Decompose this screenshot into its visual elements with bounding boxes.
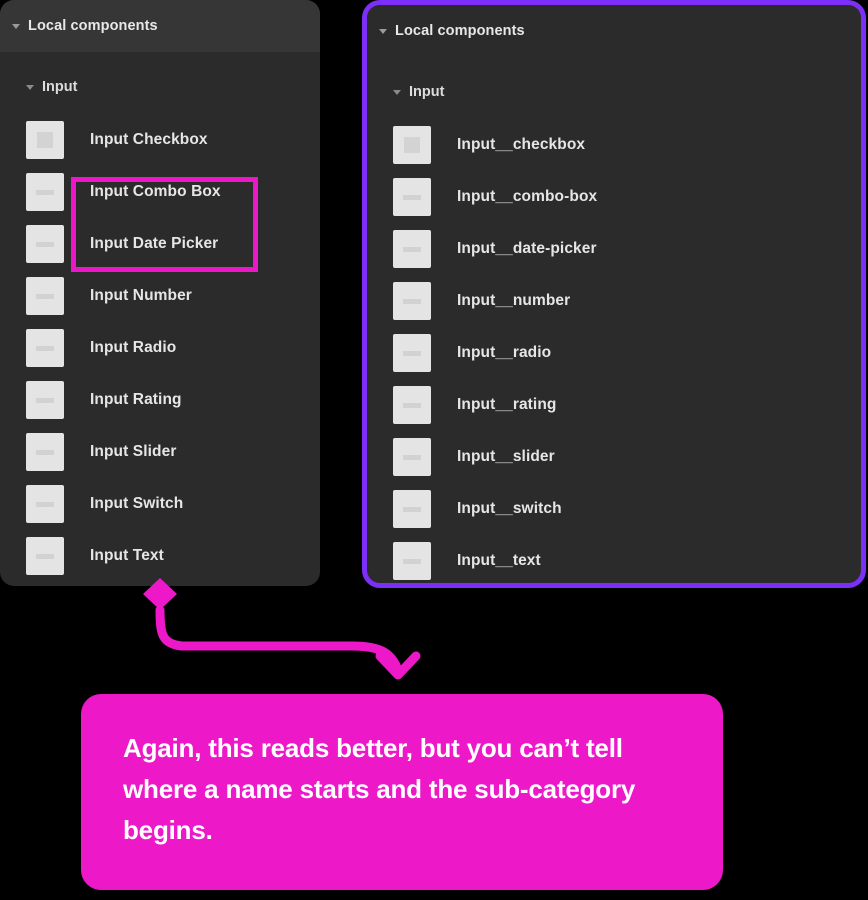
component-list-item[interactable]: Input__checkbox — [367, 119, 861, 171]
component-list-item[interactable]: Input Radio — [0, 322, 320, 374]
component-list-item-label: Input Number — [90, 287, 192, 304]
chevron-down-icon[interactable] — [12, 23, 20, 29]
dash-glyph-icon — [36, 189, 54, 195]
local-components-panel-left: Local components Input Input Checkbox Inp… — [0, 0, 320, 586]
component-list-item[interactable]: Input Number — [0, 270, 320, 322]
component-checkbox-icon — [26, 121, 64, 159]
component-icon — [393, 490, 431, 528]
dash-glyph-icon — [403, 298, 421, 304]
component-list-item[interactable]: Input Rating — [0, 374, 320, 426]
dash-glyph-icon — [36, 241, 54, 247]
component-list-left: Input Checkbox Input Combo Box Input Date … — [0, 114, 320, 582]
panel-header-right[interactable]: Local components — [367, 5, 861, 57]
component-list-item[interactable]: Input Text — [0, 530, 320, 582]
component-icon — [26, 485, 64, 523]
component-list-right: Input__checkbox Input__combo-box Input__da… — [367, 119, 861, 583]
callout-box: Again, this reads better, but you can’t … — [81, 694, 723, 890]
component-icon — [393, 230, 431, 268]
dash-glyph-icon — [36, 553, 54, 559]
panel-title-right: Local components — [395, 23, 525, 39]
component-list-item[interactable]: Input__date-picker — [367, 223, 861, 275]
chevron-down-icon[interactable] — [26, 84, 34, 90]
component-list-item[interactable]: Input Combo Box — [0, 166, 320, 218]
component-list-item-label: Input Rating — [90, 391, 182, 408]
component-list-item[interactable]: Input Switch — [0, 478, 320, 530]
component-list-item-label: Input Switch — [90, 495, 184, 512]
component-icon — [393, 282, 431, 320]
component-list-item[interactable]: Input__slider — [367, 431, 861, 483]
group-row-input-right[interactable]: Input — [367, 75, 861, 109]
component-list-item-label: Input__checkbox — [457, 136, 586, 153]
connector-arrowhead-icon — [375, 651, 421, 680]
component-list-item[interactable]: Input__combo-box — [367, 171, 861, 223]
dash-glyph-icon — [403, 194, 421, 200]
dash-glyph-icon — [36, 501, 54, 507]
component-icon — [26, 277, 64, 315]
component-icon — [393, 386, 431, 424]
component-list-item-label: Input Text — [90, 547, 164, 564]
chevron-down-icon[interactable] — [379, 28, 387, 34]
component-list-item-label: Input Radio — [90, 339, 177, 356]
component-list-item-label: Input Combo Box — [90, 183, 221, 200]
dash-glyph-icon — [403, 402, 421, 408]
dash-glyph-icon — [403, 454, 421, 460]
dash-glyph-icon — [403, 558, 421, 564]
component-icon — [393, 334, 431, 372]
component-icon — [26, 329, 64, 367]
component-list-item[interactable]: Input Date Picker — [0, 218, 320, 270]
local-components-panel-right: Local components Input Input__checkbox In… — [362, 0, 866, 588]
component-list-item[interactable]: Input__rating — [367, 379, 861, 431]
component-checkbox-icon — [393, 126, 431, 164]
dash-glyph-icon — [36, 397, 54, 403]
component-list-item-label: Input__rating — [457, 396, 557, 413]
component-icon — [26, 225, 64, 263]
component-icon — [26, 381, 64, 419]
group-row-input-left[interactable]: Input — [0, 70, 320, 104]
chevron-down-icon[interactable] — [393, 89, 401, 95]
group-label-input-left: Input — [42, 79, 78, 95]
callout-text: Again, this reads better, but you can’t … — [123, 733, 636, 845]
component-list-item-label: Input__date-picker — [457, 240, 597, 257]
component-list-item-label: Input__combo-box — [457, 188, 598, 205]
component-list-item-label: Input__text — [457, 552, 541, 569]
dash-glyph-icon — [36, 345, 54, 351]
dash-glyph-icon — [36, 293, 54, 299]
component-list-item-label: Input__switch — [457, 500, 562, 517]
component-list-item[interactable]: Input Checkbox — [0, 114, 320, 166]
component-list-item-label: Input Date Picker — [90, 235, 219, 252]
component-icon — [393, 178, 431, 216]
dash-glyph-icon — [403, 350, 421, 356]
group-label-input-right: Input — [409, 84, 445, 100]
component-list-item[interactable]: Input__switch — [367, 483, 861, 535]
component-list-item-label: Input Slider — [90, 443, 177, 460]
component-icon — [26, 173, 64, 211]
component-list-item[interactable]: Input__number — [367, 275, 861, 327]
component-icon — [26, 537, 64, 575]
dash-glyph-icon — [403, 506, 421, 512]
component-icon — [393, 438, 431, 476]
component-list-item-label: Input__number — [457, 292, 571, 309]
panel-header-left[interactable]: Local components — [0, 0, 320, 52]
checkbox-glyph-icon — [404, 137, 420, 153]
connector-line — [155, 605, 403, 675]
component-list-item-label: Input__radio — [457, 344, 552, 361]
component-list-item[interactable]: Input__radio — [367, 327, 861, 379]
component-list-item[interactable]: Input__text — [367, 535, 861, 583]
component-list-item[interactable]: Input Slider — [0, 426, 320, 478]
component-icon — [26, 433, 64, 471]
dash-glyph-icon — [36, 449, 54, 455]
checkbox-glyph-icon — [37, 132, 53, 148]
component-list-item-label: Input Checkbox — [90, 131, 208, 148]
panel-title-left: Local components — [28, 18, 158, 34]
component-list-item-label: Input__slider — [457, 448, 555, 465]
component-icon — [393, 542, 431, 580]
dash-glyph-icon — [403, 246, 421, 252]
